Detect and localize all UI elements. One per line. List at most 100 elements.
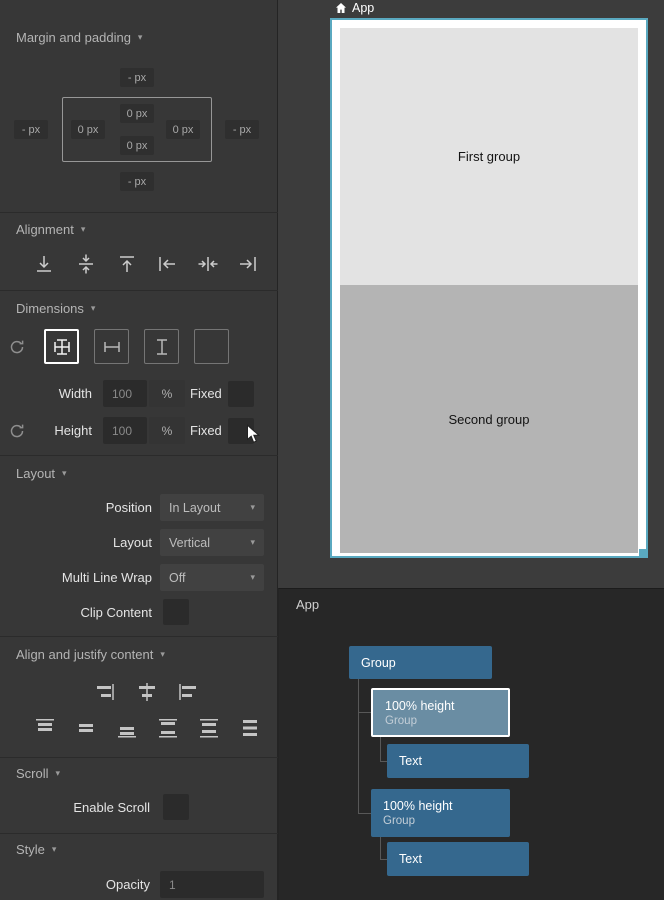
resize-handle[interactable] — [639, 549, 648, 558]
tree-node-first-group-selected[interactable]: 100% height Group — [371, 688, 510, 737]
section-dimensions[interactable]: Dimensions ▾ — [16, 301, 95, 316]
tree-connector — [358, 712, 371, 713]
justify-center-button[interactable] — [74, 716, 98, 740]
tree-connector — [358, 679, 359, 813]
second-group-label: Second group — [449, 412, 530, 427]
align-content-end-icon — [93, 682, 117, 702]
height-input[interactable]: 100 — [103, 417, 147, 444]
justify-space-evenly-button[interactable] — [238, 716, 262, 740]
position-dropdown[interactable]: In Layout ▾ — [160, 494, 264, 521]
align-center-horizontal-icon — [196, 252, 220, 276]
section-title: Dimensions — [16, 301, 84, 316]
justify-end-button[interactable] — [115, 716, 139, 740]
size-mode-both-button[interactable] — [44, 329, 79, 364]
resize-both-icon — [52, 337, 72, 357]
second-group[interactable]: Second group — [340, 285, 638, 553]
section-title: Style — [16, 842, 45, 857]
chevron-down-icon: ▾ — [52, 844, 57, 855]
divider — [0, 455, 278, 456]
tree-node-second-group[interactable]: 100% height Group — [371, 789, 510, 837]
section-layout[interactable]: Layout ▾ — [16, 466, 67, 481]
resize-width-icon — [102, 337, 122, 357]
margin-bottom-field[interactable]: - px — [120, 172, 154, 191]
chevron-down-icon: ▾ — [56, 768, 61, 779]
padding-bottom-field[interactable]: 0 px — [120, 136, 154, 155]
breadcrumb[interactable]: App — [335, 1, 374, 15]
layout-label: Layout — [30, 535, 152, 550]
app-root: Margin and padding ▾ - px - px - px - px… — [0, 0, 664, 900]
divider — [0, 290, 278, 291]
justify-space-around-button[interactable] — [197, 716, 221, 740]
tree-connector — [358, 813, 371, 814]
width-unit-select[interactable]: % — [149, 380, 185, 407]
align-center-vertical-button[interactable] — [74, 252, 98, 276]
justify-space-between-button[interactable] — [156, 716, 180, 740]
app-frame[interactable]: First group Second group — [330, 18, 648, 558]
divider — [0, 833, 278, 834]
node-label: 100% height — [383, 799, 510, 813]
section-alignment[interactable]: Alignment ▾ — [16, 222, 85, 237]
sync-size-button[interactable] — [8, 338, 26, 356]
justify-space-around-icon — [198, 718, 220, 738]
section-align-justify[interactable]: Align and justify content ▾ — [16, 647, 165, 662]
width-fixed-checkbox[interactable] — [228, 381, 254, 407]
layout-dropdown[interactable]: Vertical ▾ — [160, 529, 264, 556]
align-bottom-button[interactable] — [32, 252, 56, 276]
align-bottom-icon — [32, 252, 56, 276]
chevron-down-icon: ▾ — [250, 537, 255, 548]
tree-connector — [380, 761, 387, 762]
node-type-label: Group — [383, 815, 510, 827]
canvas-viewport[interactable]: App First group Second group — [278, 0, 664, 588]
chevron-down-icon: ▾ — [62, 468, 67, 479]
tree-node-group-root[interactable]: Group — [349, 646, 492, 679]
align-right-button[interactable] — [236, 252, 260, 276]
tree-connector — [380, 737, 381, 761]
node-type-label: Group — [385, 715, 508, 727]
tree-node-text-2[interactable]: Text — [387, 842, 529, 876]
clip-content-checkbox[interactable] — [163, 599, 189, 625]
align-content-end-button[interactable] — [93, 680, 117, 704]
opacity-input[interactable]: 1 — [160, 871, 264, 898]
node-tree-panel: App Group 100% height Group Text 100% he… — [278, 588, 664, 900]
first-group-label: First group — [458, 149, 520, 164]
tree-node-text-1[interactable]: Text — [387, 744, 529, 778]
tree-connector — [380, 859, 387, 860]
width-input[interactable]: 100 — [103, 380, 147, 407]
align-top-icon — [115, 252, 139, 276]
chevron-down-icon: ▾ — [160, 649, 165, 660]
multi-line-wrap-dropdown[interactable]: Off ▾ — [160, 564, 264, 591]
tree-connector — [380, 837, 381, 859]
divider — [0, 757, 278, 758]
padding-left-field[interactable]: 0 px — [71, 120, 105, 139]
resize-height-icon — [152, 337, 172, 357]
padding-top-field[interactable]: 0 px — [120, 104, 154, 123]
align-center-horizontal-button[interactable] — [196, 252, 220, 276]
size-mode-height-button[interactable] — [144, 329, 179, 364]
align-content-start-button[interactable] — [176, 680, 200, 704]
height-unit-select[interactable]: % — [149, 417, 185, 444]
width-label: Width — [40, 386, 92, 401]
section-style[interactable]: Style ▾ — [16, 842, 56, 857]
mouse-cursor — [246, 424, 261, 450]
sync-height-button[interactable] — [8, 422, 26, 440]
dropdown-value: Off — [169, 571, 185, 585]
size-mode-width-button[interactable] — [94, 329, 129, 364]
justify-start-button[interactable] — [33, 716, 57, 740]
section-title: Scroll — [16, 766, 49, 781]
align-content-center-button[interactable] — [135, 680, 159, 704]
align-left-button[interactable] — [155, 252, 179, 276]
margin-top-field[interactable]: - px — [120, 68, 154, 87]
justify-center-icon — [75, 718, 97, 738]
sync-icon — [8, 338, 26, 356]
section-margin-padding[interactable]: Margin and padding ▾ — [16, 30, 142, 45]
section-scroll[interactable]: Scroll ▾ — [16, 766, 60, 781]
size-mode-none-button[interactable] — [194, 329, 229, 364]
align-left-icon — [155, 252, 179, 276]
margin-left-field[interactable]: - px — [14, 120, 48, 139]
first-group[interactable]: First group — [340, 28, 638, 285]
margin-right-field[interactable]: - px — [225, 120, 259, 139]
justify-start-icon — [34, 718, 56, 738]
enable-scroll-checkbox[interactable] — [163, 794, 189, 820]
padding-right-field[interactable]: 0 px — [166, 120, 200, 139]
align-top-button[interactable] — [115, 252, 139, 276]
